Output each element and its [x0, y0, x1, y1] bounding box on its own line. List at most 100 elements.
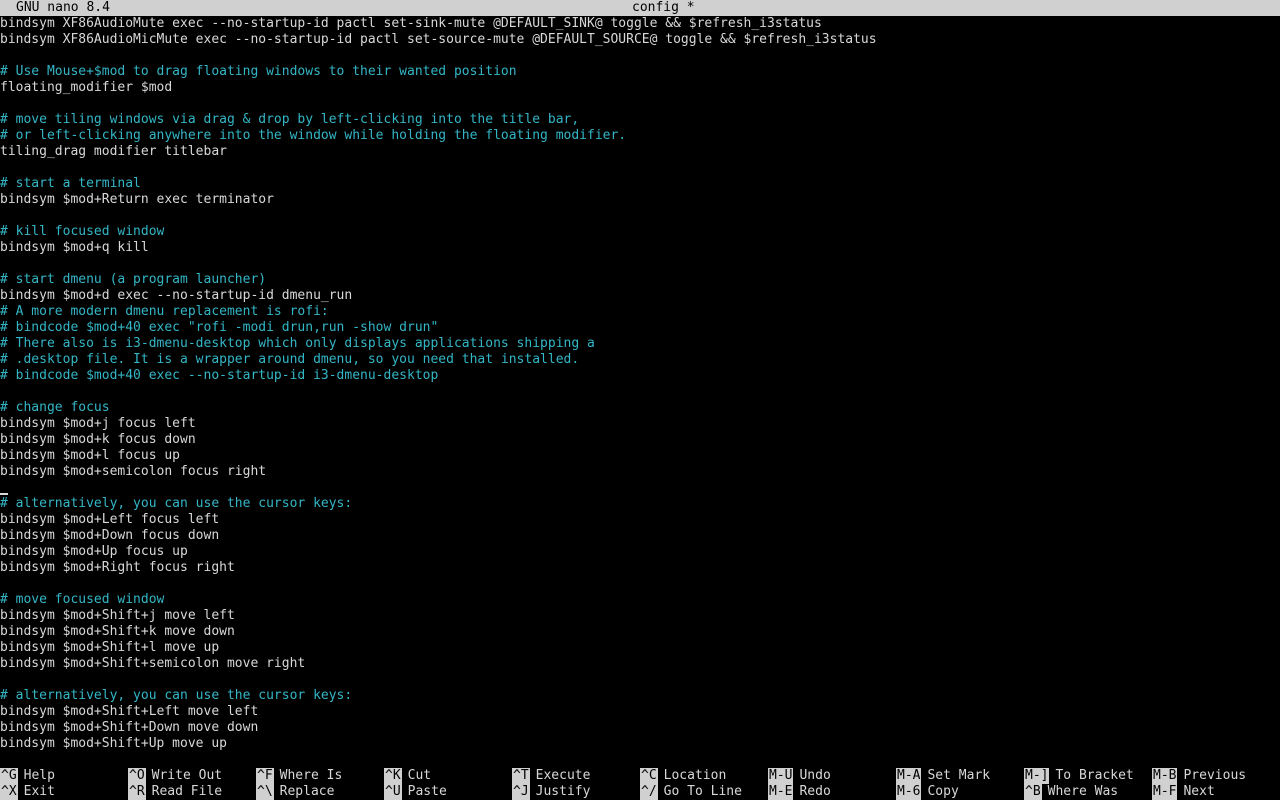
shortcut-copy[interactable]: M-6 Copy	[896, 784, 959, 800]
shortcut-next[interactable]: M-F Next	[1152, 784, 1215, 800]
shortcut-read-file[interactable]: ^R Read File	[128, 784, 222, 800]
comment-line[interactable]: # start dmenu (a program launcher)	[0, 272, 1280, 288]
code-line[interactable]	[0, 208, 1280, 224]
code-line[interactable]	[0, 384, 1280, 400]
shortcut-to-bracket[interactable]: M-] To Bracket	[1024, 768, 1134, 784]
shortcut-execute[interactable]: ^T Execute	[512, 768, 590, 784]
code-line[interactable]: bindsym $mod+Shift+Down move down	[0, 720, 1280, 736]
shortcut-paste[interactable]: ^U Paste	[384, 784, 447, 800]
shortcut-key: ^F	[256, 768, 274, 784]
shortcut-previous[interactable]: M-B Previous	[1152, 768, 1246, 784]
code-line[interactable]: bindsym $mod+l focus up	[0, 448, 1280, 464]
code-line[interactable]: bindsym $mod+q kill	[0, 240, 1280, 256]
shortcut-key: M-]	[1024, 768, 1050, 784]
code-line[interactable]: bindsym $mod+Right focus right	[0, 560, 1280, 576]
editor-buffer[interactable]: bindsym XF86AudioMute exec --no-startup-…	[0, 16, 1280, 760]
comment-line[interactable]: # alternatively, you can use the cursor …	[0, 496, 1280, 512]
shortcut-label: Where Was	[1047, 784, 1119, 799]
shortcut-label: Replace	[279, 784, 335, 799]
code-line[interactable]: bindsym $mod+d exec --no-startup-id dmen…	[0, 288, 1280, 304]
comment-line[interactable]: # start a terminal	[0, 176, 1280, 192]
comment-line[interactable]: # move tiling windows via drag & drop by…	[0, 112, 1280, 128]
comment-line[interactable]: # .desktop file. It is a wrapper around …	[0, 352, 1280, 368]
code-line[interactable]: bindsym $mod+j focus left	[0, 416, 1280, 432]
shortcut-key: ^C	[640, 768, 658, 784]
shortcut-key: M-A	[896, 768, 922, 784]
shortcut-location[interactable]: ^C Location	[640, 768, 726, 784]
code-line[interactable]: bindsym $mod+Shift+k move down	[0, 624, 1280, 640]
code-line[interactable]: bindsym $mod+Up focus up	[0, 544, 1280, 560]
code-line[interactable]	[0, 576, 1280, 592]
shortcut-label: Copy	[927, 784, 959, 799]
shortcut-label: To Bracket	[1055, 768, 1134, 783]
shortcut-set-mark[interactable]: M-A Set Mark	[896, 768, 990, 784]
shortcut-replace[interactable]: ^\ Replace	[256, 784, 334, 800]
code-line[interactable]	[0, 160, 1280, 176]
shortcut-write-out[interactable]: ^O Write Out	[128, 768, 222, 784]
shortcut-where-was[interactable]: ^B Where Was	[1024, 784, 1118, 800]
comment-line[interactable]: # change focus	[0, 400, 1280, 416]
code-line[interactable]: bindsym $mod+Shift+l move up	[0, 640, 1280, 656]
cursor-line[interactable]	[0, 480, 1280, 496]
code-line[interactable]	[0, 672, 1280, 688]
code-line[interactable]: bindsym XF86AudioMicMute exec --no-start…	[0, 32, 1280, 48]
code-line[interactable]: bindsym $mod+k focus down	[0, 432, 1280, 448]
shortcut-key: ^\	[256, 784, 274, 800]
comment-line[interactable]: # bindcode $mod+40 exec --no-startup-id …	[0, 368, 1280, 384]
code-line[interactable]: bindsym $mod+Down focus down	[0, 528, 1280, 544]
comment-line[interactable]: # or left-clicking anywhere into the win…	[0, 128, 1280, 144]
code-line[interactable]: bindsym XF86AudioMute exec --no-startup-…	[0, 16, 1280, 32]
shortcut-cut[interactable]: ^K Cut	[384, 768, 431, 784]
comment-line[interactable]: # Use Mouse+$mod to drag floating window…	[0, 64, 1280, 80]
shortcut-key: ^R	[128, 784, 146, 800]
shortcut-key: M-6	[896, 784, 922, 800]
code-line[interactable]: bindsym $mod+semicolon focus right	[0, 464, 1280, 480]
shortcut-key: M-F	[1152, 784, 1178, 800]
comment-line[interactable]: # kill focused window	[0, 224, 1280, 240]
shortcut-label: Previous	[1183, 768, 1247, 783]
shortcut-key: M-U	[768, 768, 794, 784]
shortcut-exit[interactable]: ^X Exit	[0, 784, 55, 800]
app-name: GNU nano 8.4	[16, 0, 110, 15]
shortcut-key: ^/	[640, 784, 658, 800]
shortcut-label: Set Mark	[927, 768, 991, 783]
shortcut-key: M-B	[1152, 768, 1178, 784]
comment-line[interactable]: # alternatively, you can use the cursor …	[0, 688, 1280, 704]
shortcut-undo[interactable]: M-U Undo	[768, 768, 831, 784]
code-line[interactable]: bindsym $mod+Shift+j move left	[0, 608, 1280, 624]
shortcut-key: ^B	[1024, 784, 1042, 800]
shortcut-label: Paste	[407, 784, 447, 799]
shortcut-go-to-line[interactable]: ^/ Go To Line	[640, 784, 742, 800]
shortcut-key: ^T	[512, 768, 530, 784]
code-line[interactable]: bindsym $mod+Left focus left	[0, 512, 1280, 528]
shortcut-justify[interactable]: ^J Justify	[512, 784, 590, 800]
code-line[interactable]	[0, 96, 1280, 112]
shortcut-key: ^G	[0, 768, 18, 784]
code-line[interactable]	[0, 256, 1280, 272]
comment-line[interactable]: # There also is i3-dmenu-desktop which o…	[0, 336, 1280, 352]
comment-line[interactable]: # A more modern dmenu replacement is rof…	[0, 304, 1280, 320]
shortcut-label: Exit	[23, 784, 55, 799]
shortcut-key: ^K	[384, 768, 402, 784]
code-line[interactable]: tiling_drag modifier titlebar	[0, 144, 1280, 160]
code-line[interactable]: bindsym $mod+Shift+semicolon move right	[0, 656, 1280, 672]
code-line[interactable]: floating_modifier $mod	[0, 80, 1280, 96]
shortcut-redo[interactable]: M-E Redo	[768, 784, 831, 800]
code-line[interactable]: bindsym $mod+Shift+Left move left	[0, 704, 1280, 720]
shortcut-key: ^O	[128, 768, 146, 784]
code-line[interactable]	[0, 48, 1280, 64]
shortcut-key: M-E	[768, 784, 794, 800]
comment-line[interactable]: # bindcode $mod+40 exec "rofi -modi drun…	[0, 320, 1280, 336]
shortcut-label: Undo	[799, 768, 831, 783]
shortcut-key: ^J	[512, 784, 530, 800]
comment-line[interactable]: # move focused window	[0, 592, 1280, 608]
shortcut-where-is[interactable]: ^F Where Is	[256, 768, 342, 784]
code-line[interactable]: bindsym $mod+Return exec terminator	[0, 192, 1280, 208]
code-line[interactable]: bindsym $mod+Shift+Up move up	[0, 736, 1280, 752]
shortcut-help[interactable]: ^G Help	[0, 768, 55, 784]
title-bar: GNU nano 8.4 config *	[0, 0, 1280, 16]
shortcut-bar: ^G Help ^X Exit ^O Write Out ^R Read File ^F Wher…	[0, 768, 1280, 800]
shortcut-label: Read File	[151, 784, 223, 799]
shortcut-key: ^X	[0, 784, 18, 800]
file-name: config *	[632, 0, 695, 15]
